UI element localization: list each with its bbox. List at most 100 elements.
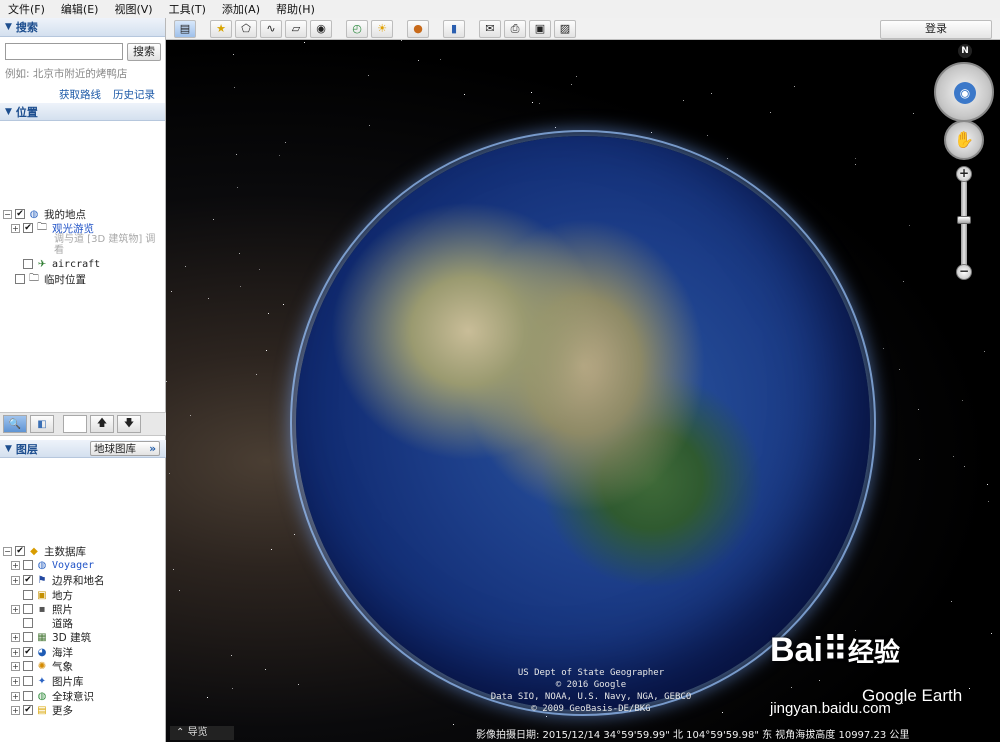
panel-icon: ◧ [37,418,47,430]
arrow-up-icon: 🡅 [96,417,108,429]
checkbox[interactable]: ✔ [23,647,33,657]
layers-header[interactable]: ▼ 图层 地球图库 » [0,440,166,458]
add-overlay-button[interactable]: ▱ [285,19,307,38]
expand-icon[interactable]: + [11,705,20,715]
menu-edit[interactable]: 编辑(E) [53,1,107,17]
menu-help[interactable]: 帮助(H) [268,1,323,17]
star [991,633,992,634]
save-image-button[interactable]: ▨ [554,19,576,38]
expand-icon[interactable]: + [11,575,20,585]
layer-item[interactable]: + ✦ 图片库 [11,674,84,688]
add-polygon-button[interactable]: ⬠ [235,19,257,38]
checkbox[interactable]: ✔ [15,546,25,556]
look-control[interactable]: ◉ [934,62,994,122]
historical-imagery-button[interactable]: ◴ [346,19,368,38]
blank-field[interactable] [63,415,87,433]
directions-link[interactable]: 获取路线 [59,87,101,102]
expand-icon[interactable]: − [3,546,12,556]
north-indicator[interactable]: N [958,44,972,58]
database-icon: ◆ [30,545,38,557]
checkbox[interactable] [23,618,33,628]
checkbox[interactable]: ✔ [23,223,33,233]
toggle-panel-button[interactable]: ◧ [30,415,54,433]
expand-icon[interactable]: + [11,661,20,671]
planets-button[interactable]: ● [407,19,429,38]
checkbox[interactable] [23,604,33,614]
login-button[interactable]: 登录 [880,20,992,39]
layer-item[interactable]: 道路 [23,616,73,630]
checkbox[interactable] [23,632,33,642]
star [298,684,299,685]
menu-file[interactable]: 文件(F) [0,1,53,17]
checkbox[interactable] [23,560,33,570]
layer-item[interactable]: + ▪ 照片 [11,602,73,616]
ocean-icon: ◕ [37,646,47,658]
move-down-button[interactable]: 🡇 [117,415,141,433]
menu-add[interactable]: 添加(A) [214,1,268,17]
search-input[interactable] [5,43,123,60]
star [285,142,286,143]
expand-icon[interactable]: + [11,223,20,233]
zoom-in-button[interactable]: + [956,166,972,182]
expand-icon[interactable]: + [11,632,20,642]
search-results-button[interactable]: 🔍 [3,415,27,433]
record-tour-button[interactable]: ◉ [310,19,332,38]
sunlight-button[interactable]: ☀ [371,19,393,38]
earth-globe[interactable] [296,136,870,710]
layer-item[interactable]: + ▦ 3D 建筑 [11,630,91,644]
layer-item[interactable]: ▣ 地方 [23,588,73,602]
checkbox[interactable] [15,274,25,284]
layer-item[interactable]: + ◍ 全球意识 [11,689,94,703]
tree-item-aircraft[interactable]: ✈ aircraft [23,257,100,271]
expand-icon[interactable]: + [11,647,20,657]
add-path-button[interactable]: ∿ [260,19,282,38]
layer-item[interactable]: + ✔ ◕ 海洋 [11,645,73,659]
menu-tools[interactable]: 工具(T) [161,1,214,17]
places-header[interactable]: ▼ 位置 [0,103,165,121]
checkbox[interactable]: ✔ [15,209,25,219]
expand-icon[interactable]: + [11,676,20,686]
email-button[interactable]: ✉ [479,19,501,38]
star [240,286,241,287]
checkbox[interactable] [23,259,33,269]
checkbox[interactable] [23,590,33,600]
layer-item[interactable]: − ✔ ◆ 主数据库 [3,544,86,558]
add-placemark-button[interactable]: ★ [210,19,232,38]
google-maps-button[interactable]: ▣ [529,19,551,38]
expand-icon[interactable]: + [11,560,20,570]
checkbox[interactable] [23,661,33,671]
move-up-button[interactable]: 🡅 [90,415,114,433]
hand-icon: ✋ [954,130,974,149]
zoom-slider-track[interactable] [961,180,967,270]
expand-icon[interactable]: + [11,604,20,614]
checkbox[interactable] [23,691,33,701]
checkbox[interactable]: ✔ [23,705,33,715]
move-control[interactable]: ✋ [944,120,984,160]
tree-item-temporary[interactable]: 🗀 临时位置 [15,272,86,286]
menu-view[interactable]: 视图(V) [106,1,160,17]
history-link[interactable]: 历史记录 [113,87,155,102]
ruler-button[interactable]: ▮ [443,19,465,38]
star [555,127,556,128]
star [208,298,209,299]
search-button[interactable]: 搜索 [127,43,161,61]
checkbox[interactable] [23,676,33,686]
sidebar-toggle-button[interactable]: ▤ [174,19,196,38]
layer-item[interactable]: + ✺ 气象 [11,659,73,673]
layer-item[interactable]: + ✔ ▤ 更多 [11,703,73,717]
zoom-slider-thumb[interactable] [957,216,971,224]
expand-icon[interactable]: − [3,209,12,219]
checkbox[interactable]: ✔ [23,575,33,585]
layer-item[interactable]: + ◍ Voyager [11,558,94,572]
print-button[interactable]: ⎙ [504,19,526,38]
search-header[interactable]: ▼ 搜索 [0,18,165,37]
zoom-out-button[interactable]: − [956,264,972,280]
layer-item[interactable]: + ✔ ⚑ 边界和地名 [11,573,105,587]
expand-icon[interactable]: + [11,691,20,701]
earth-gallery-button[interactable]: 地球图库 » [90,441,160,456]
star [265,669,266,670]
earth-viewport[interactable]: ◉ N ✋ + − US Dept of State Geographer © … [166,40,1000,742]
star [232,688,233,689]
navigation-toggle[interactable]: ⌃ 导览 [170,726,234,740]
star [683,100,684,101]
